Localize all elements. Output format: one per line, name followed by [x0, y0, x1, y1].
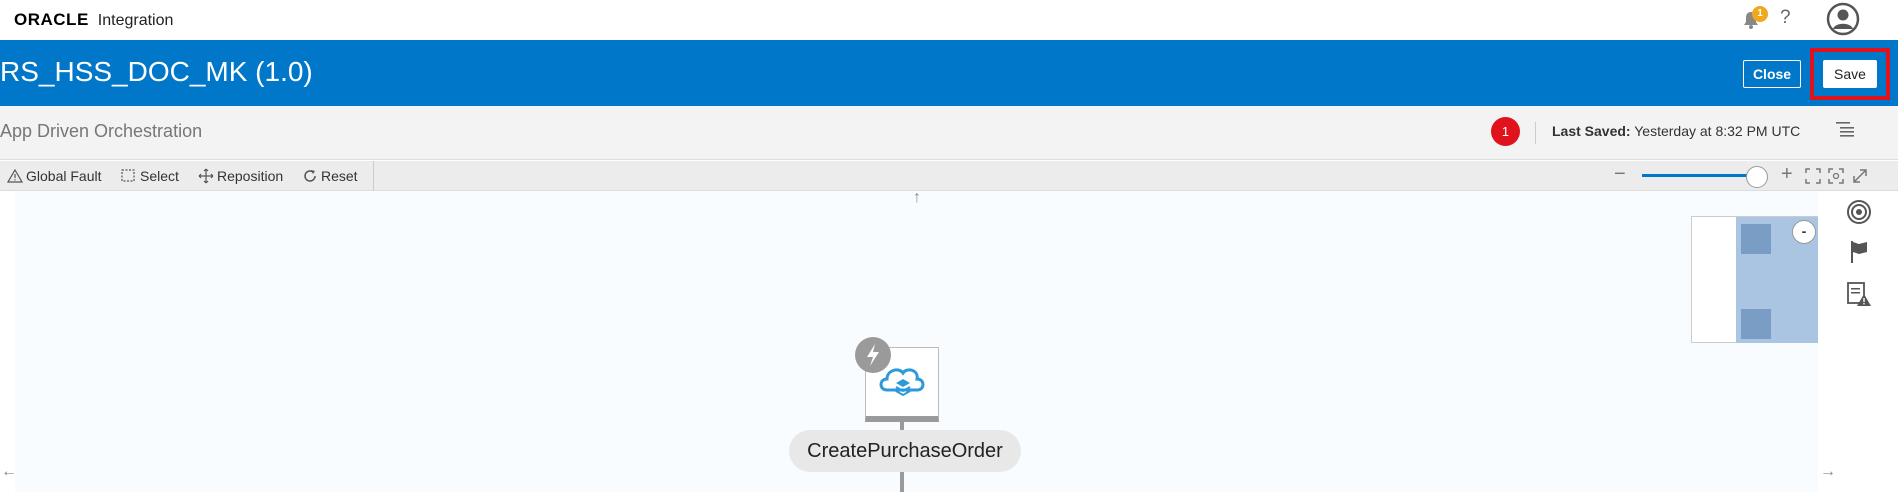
user-avatar-icon[interactable]: [1826, 2, 1860, 36]
toolbar-divider: [373, 161, 374, 191]
minimap-node: [1741, 224, 1771, 254]
help-icon[interactable]: ?: [1780, 7, 1791, 29]
error-count-badge[interactable]: 1: [1491, 117, 1520, 146]
zoom-out-icon[interactable]: −: [1614, 163, 1626, 186]
product-name: Integration: [97, 12, 174, 29]
lightning-bolt-icon: [867, 344, 879, 366]
actions-menu-icon[interactable]: [1836, 120, 1856, 138]
zoom-in-icon[interactable]: +: [1781, 163, 1793, 186]
warning-triangle-icon: [7, 169, 23, 183]
zoom-slider-handle[interactable]: [1746, 166, 1768, 188]
integration-header: RS_HSS_DOC_MK (1.0) Close Save: [0, 40, 1898, 106]
select-button[interactable]: Select: [121, 168, 179, 184]
right-side-rail: [1818, 191, 1898, 492]
move-arrows-icon: [198, 168, 214, 184]
validation-errors-icon[interactable]: [1845, 280, 1873, 308]
brand: ORACLE Integration: [14, 10, 173, 30]
fullscreen-icon[interactable]: [1851, 167, 1869, 185]
save-button[interactable]: Save: [1823, 60, 1877, 88]
global-fault-button[interactable]: Global Fault: [7, 168, 101, 184]
reposition-label: Reposition: [217, 168, 284, 184]
target-icon[interactable]: [1845, 198, 1873, 226]
minimap-node: [1741, 309, 1771, 339]
close-button[interactable]: Close: [1743, 60, 1801, 88]
node-label[interactable]: CreatePurchaseOrder: [789, 430, 1021, 472]
zoom-to-selection-icon[interactable]: [1827, 167, 1845, 185]
notification-badge: 1: [1752, 6, 1768, 22]
integration-title: RS_HSS_DOC_MK (1.0): [0, 56, 313, 87]
fit-to-screen-icon[interactable]: [1804, 167, 1822, 185]
trigger-badge: [855, 337, 891, 373]
divider: [1535, 122, 1536, 144]
flag-icon[interactable]: [1845, 238, 1873, 266]
scroll-up-arrow-icon[interactable]: ↑: [913, 189, 921, 207]
marquee-select-icon: [121, 169, 135, 182]
reset-label: Reset: [321, 168, 358, 184]
reset-icon: [304, 170, 316, 182]
top-bar: ORACLE Integration 1 ?: [0, 0, 1898, 40]
canvas-left-gutter: [0, 191, 15, 492]
integration-style-label: App Driven Orchestration: [0, 121, 203, 141]
last-saved-status: Last Saved: Yesterday at 8:32 PM UTC: [1552, 123, 1800, 139]
last-saved-label: Last Saved:: [1552, 123, 1631, 139]
last-saved-value: Yesterday at 8:32 PM UTC: [1634, 123, 1801, 139]
select-label: Select: [140, 168, 179, 184]
minimap-viewport[interactable]: -: [1736, 217, 1818, 343]
global-fault-label: Global Fault: [26, 168, 102, 184]
reset-button[interactable]: Reset: [302, 168, 358, 184]
reposition-button[interactable]: Reposition: [198, 168, 283, 184]
oracle-logo: ORACLE: [14, 10, 89, 29]
scroll-right-arrow-icon[interactable]: →: [1820, 463, 1836, 481]
canvas-minimap[interactable]: -: [1691, 216, 1818, 343]
canvas-toolbar: Global Fault Select Reposition Reset − +: [0, 161, 1898, 191]
minimap-collapse-button[interactable]: -: [1792, 220, 1816, 244]
scroll-left-arrow-icon[interactable]: ←: [1, 463, 17, 481]
sub-header: App Driven Orchestration 1 Last Saved: Y…: [0, 106, 1898, 160]
